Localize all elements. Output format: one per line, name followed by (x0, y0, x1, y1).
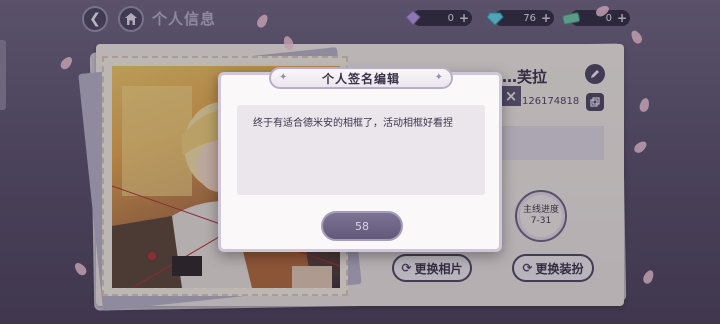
confirm-label: 58 (355, 219, 369, 233)
dialog-title: 个人签名编辑 (321, 71, 400, 86)
sparkle-icon: ✦ (279, 72, 288, 83)
dialog-title-plate: ✦ 个人签名编辑 ✦ (269, 67, 453, 89)
confirm-button[interactable]: 58 (321, 211, 403, 241)
sparkle-icon: ✦ (434, 72, 443, 83)
signature-input[interactable]: 终于有适合德米安的相框了，活动相框好看捏 (237, 105, 485, 195)
signature-edit-dialog: ✦ 个人签名编辑 ✦ 终于有适合德米安的相框了，活动相框好看捏 58 (218, 67, 502, 252)
